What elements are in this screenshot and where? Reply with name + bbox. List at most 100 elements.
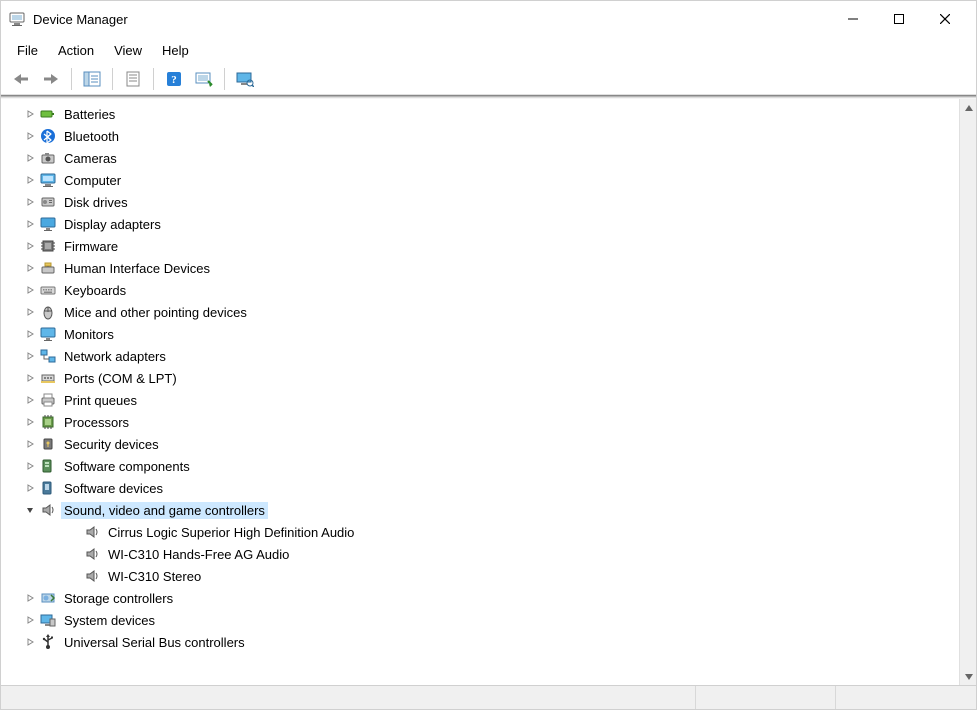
tree-node-softdev[interactable]: Software devices bbox=[1, 477, 959, 499]
tree-node-monitors[interactable]: Monitors bbox=[1, 323, 959, 345]
device-tree[interactable]: Batteries Bluetooth Cameras Computer Disk dr… bbox=[1, 99, 959, 685]
expander-icon[interactable] bbox=[23, 239, 37, 253]
tree-node-label: Disk drives bbox=[61, 194, 131, 211]
expander-icon[interactable] bbox=[23, 371, 37, 385]
status-cell bbox=[1, 686, 696, 709]
tree-node-display[interactable]: Display adapters bbox=[1, 213, 959, 235]
bluetooth-icon bbox=[39, 127, 57, 145]
expander-icon[interactable] bbox=[23, 107, 37, 121]
tree-node-label: WI-C310 Stereo bbox=[105, 568, 204, 585]
expander-icon[interactable] bbox=[23, 591, 37, 605]
tree-node-security[interactable]: Security devices bbox=[1, 433, 959, 455]
expander-icon[interactable] bbox=[23, 327, 37, 341]
tree-node-batteries[interactable]: Batteries bbox=[1, 103, 959, 125]
tree-node-label: Network adapters bbox=[61, 348, 169, 365]
expander-icon[interactable] bbox=[23, 437, 37, 451]
expander-icon[interactable] bbox=[23, 261, 37, 275]
menu-file[interactable]: File bbox=[7, 37, 48, 63]
expander-icon[interactable] bbox=[23, 459, 37, 473]
menu-action[interactable]: Action bbox=[48, 37, 104, 63]
speaker-icon bbox=[83, 567, 101, 585]
help-button[interactable]: ? bbox=[160, 67, 188, 91]
show-hide-tree-button[interactable] bbox=[78, 67, 106, 91]
tree-node-label: WI-C310 Hands-Free AG Audio bbox=[105, 546, 292, 563]
expander-icon[interactable] bbox=[23, 305, 37, 319]
tree-node-cirrus[interactable]: Cirrus Logic Superior High Definition Au… bbox=[1, 521, 959, 543]
tree-node-sound[interactable]: Sound, video and game controllers bbox=[1, 499, 959, 521]
maximize-button[interactable] bbox=[876, 4, 922, 34]
security-icon bbox=[39, 435, 57, 453]
tree-node-hid[interactable]: Human Interface Devices bbox=[1, 257, 959, 279]
cpu-icon bbox=[39, 413, 57, 431]
tree-node-computer[interactable]: Computer bbox=[1, 169, 959, 191]
tree-node-label: Storage controllers bbox=[61, 590, 176, 607]
tree-node-bluetooth[interactable]: Bluetooth bbox=[1, 125, 959, 147]
expander-icon[interactable] bbox=[23, 217, 37, 231]
expander-icon[interactable] bbox=[23, 195, 37, 209]
minimize-button[interactable] bbox=[830, 4, 876, 34]
expander-icon[interactable] bbox=[23, 349, 37, 363]
menu-view[interactable]: View bbox=[104, 37, 152, 63]
tree-node-label: Computer bbox=[61, 172, 124, 189]
tree-node-label: Bluetooth bbox=[61, 128, 122, 145]
status-cell bbox=[836, 686, 976, 709]
tree-node-label: Ports (COM & LPT) bbox=[61, 370, 180, 387]
speaker-icon bbox=[39, 501, 57, 519]
tree-node-firmware[interactable]: Firmware bbox=[1, 235, 959, 257]
camera-icon bbox=[39, 149, 57, 167]
tree-node-mice[interactable]: Mice and other pointing devices bbox=[1, 301, 959, 323]
expander-icon[interactable] bbox=[23, 393, 37, 407]
toolbar-separator bbox=[112, 68, 113, 90]
toolbar-separator bbox=[71, 68, 72, 90]
tree-node-softcomp[interactable]: Software components bbox=[1, 455, 959, 477]
tree-node-cameras[interactable]: Cameras bbox=[1, 147, 959, 169]
tree-node-keyboards[interactable]: Keyboards bbox=[1, 279, 959, 301]
scroll-down-button[interactable] bbox=[960, 668, 976, 685]
system-icon bbox=[39, 611, 57, 629]
devices-view-button[interactable] bbox=[231, 67, 259, 91]
toolbar: ? bbox=[1, 63, 976, 95]
expander-icon[interactable] bbox=[23, 129, 37, 143]
port-icon bbox=[39, 369, 57, 387]
scan-hardware-button[interactable] bbox=[190, 67, 218, 91]
expander-icon[interactable] bbox=[23, 481, 37, 495]
menubar: File Action View Help bbox=[1, 37, 976, 63]
tree-node-label: Sound, video and game controllers bbox=[61, 502, 268, 519]
tree-node-network[interactable]: Network adapters bbox=[1, 345, 959, 367]
software-comp-icon bbox=[39, 457, 57, 475]
tree-node-label: Firmware bbox=[61, 238, 121, 255]
tree-node-diskdrives[interactable]: Disk drives bbox=[1, 191, 959, 213]
disk-icon bbox=[39, 193, 57, 211]
expander-icon[interactable] bbox=[23, 283, 37, 297]
expander-icon[interactable] bbox=[23, 173, 37, 187]
forward-button[interactable] bbox=[37, 67, 65, 91]
svg-text:?: ? bbox=[171, 74, 177, 86]
tree-node-printqueues[interactable]: Print queues bbox=[1, 389, 959, 411]
tree-node-storage[interactable]: Storage controllers bbox=[1, 587, 959, 609]
back-button[interactable] bbox=[7, 67, 35, 91]
window-title: Device Manager bbox=[33, 12, 128, 27]
scroll-up-button[interactable] bbox=[960, 99, 976, 116]
tree-node-wic310hf[interactable]: WI-C310 Hands-Free AG Audio bbox=[1, 543, 959, 565]
scrollbar[interactable] bbox=[959, 99, 976, 685]
tree-node-label: System devices bbox=[61, 612, 158, 629]
tree-node-system[interactable]: System devices bbox=[1, 609, 959, 631]
tree-node-processors[interactable]: Processors bbox=[1, 411, 959, 433]
titlebar: Device Manager bbox=[1, 1, 976, 37]
tree-node-ports[interactable]: Ports (COM & LPT) bbox=[1, 367, 959, 389]
tree-node-label: Software components bbox=[61, 458, 193, 475]
tree-node-wic310st[interactable]: WI-C310 Stereo bbox=[1, 565, 959, 587]
expander-icon[interactable] bbox=[23, 635, 37, 649]
expander-icon[interactable] bbox=[23, 613, 37, 627]
statusbar bbox=[1, 685, 976, 709]
expander-icon[interactable] bbox=[23, 151, 37, 165]
close-button[interactable] bbox=[922, 4, 968, 34]
tree-node-usb[interactable]: Universal Serial Bus controllers bbox=[1, 631, 959, 653]
expander-icon[interactable] bbox=[23, 503, 37, 517]
status-cell bbox=[696, 686, 836, 709]
properties-button[interactable] bbox=[119, 67, 147, 91]
tree-node-label: Universal Serial Bus controllers bbox=[61, 634, 248, 651]
chip-icon bbox=[39, 237, 57, 255]
menu-help[interactable]: Help bbox=[152, 37, 199, 63]
expander-icon[interactable] bbox=[23, 415, 37, 429]
